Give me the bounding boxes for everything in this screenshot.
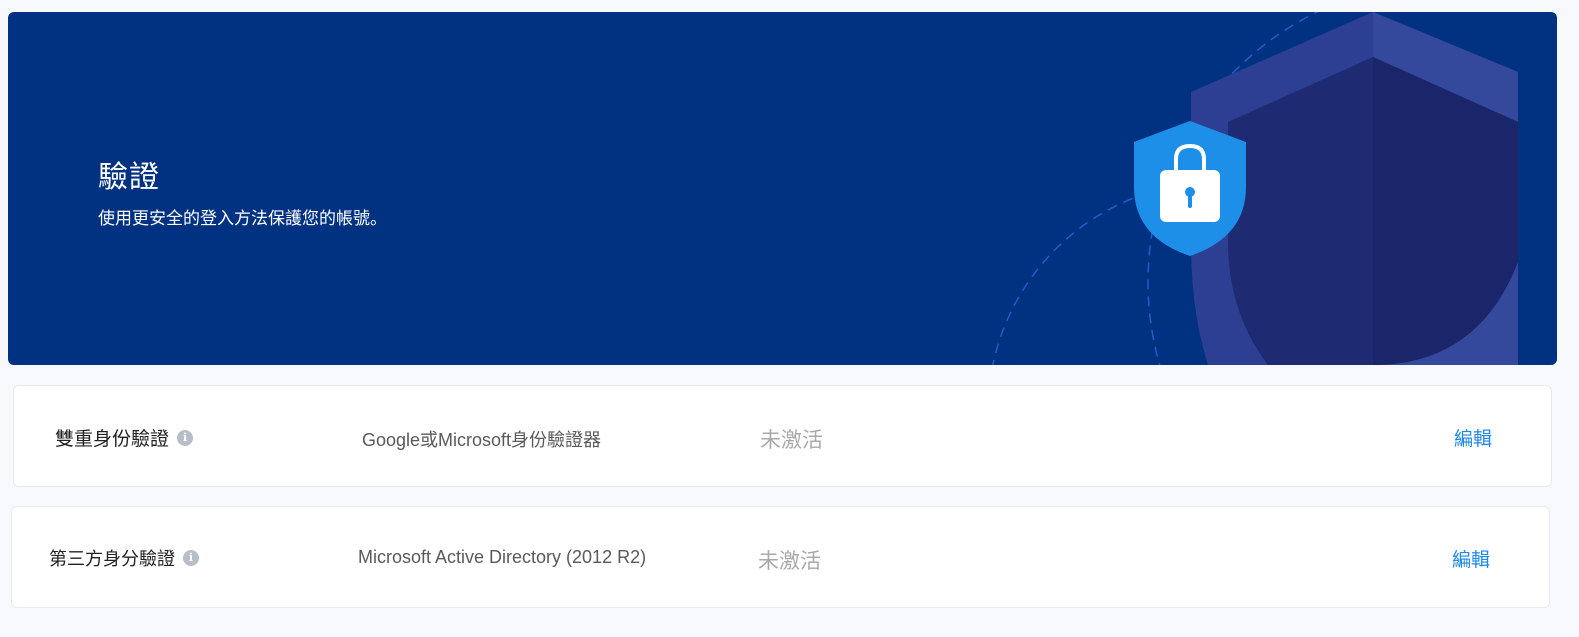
verification-banner: 驗證 使用更安全的登入方法保護您的帳號。 [8,12,1557,365]
third-party-label-group: 第三方身分驗證 i [49,545,199,571]
page-title: 驗證 [98,161,160,194]
third-party-status: 未激活 [758,550,821,573]
two-factor-method: Google或Microsoft身份驗證器 [362,430,602,450]
info-icon[interactable]: i [183,550,199,566]
info-icon[interactable]: i [177,429,194,446]
auth-row-two-factor: 雙重身份驗證 i Google或Microsoft身份驗證器 未激活 編輯 [13,385,1552,487]
page-subtitle: 使用更安全的登入方法保護您的帳號。 [98,209,387,228]
third-party-method: Microsoft Active Directory (2012 R2) [358,547,647,567]
two-factor-edit-link[interactable]: 編輯 [1454,424,1492,451]
two-factor-status: 未激活 [760,429,823,452]
auth-row-third-party: 第三方身分驗證 i Microsoft Active Directory (20… [11,506,1550,608]
third-party-edit-link[interactable]: 編輯 [1452,545,1490,572]
third-party-label: 第三方身分驗證 [49,549,175,569]
two-factor-label: 雙重身份驗證 [55,429,170,450]
two-factor-label-group: 雙重身份驗證 i [55,424,194,451]
shield-illustration [992,12,1518,365]
